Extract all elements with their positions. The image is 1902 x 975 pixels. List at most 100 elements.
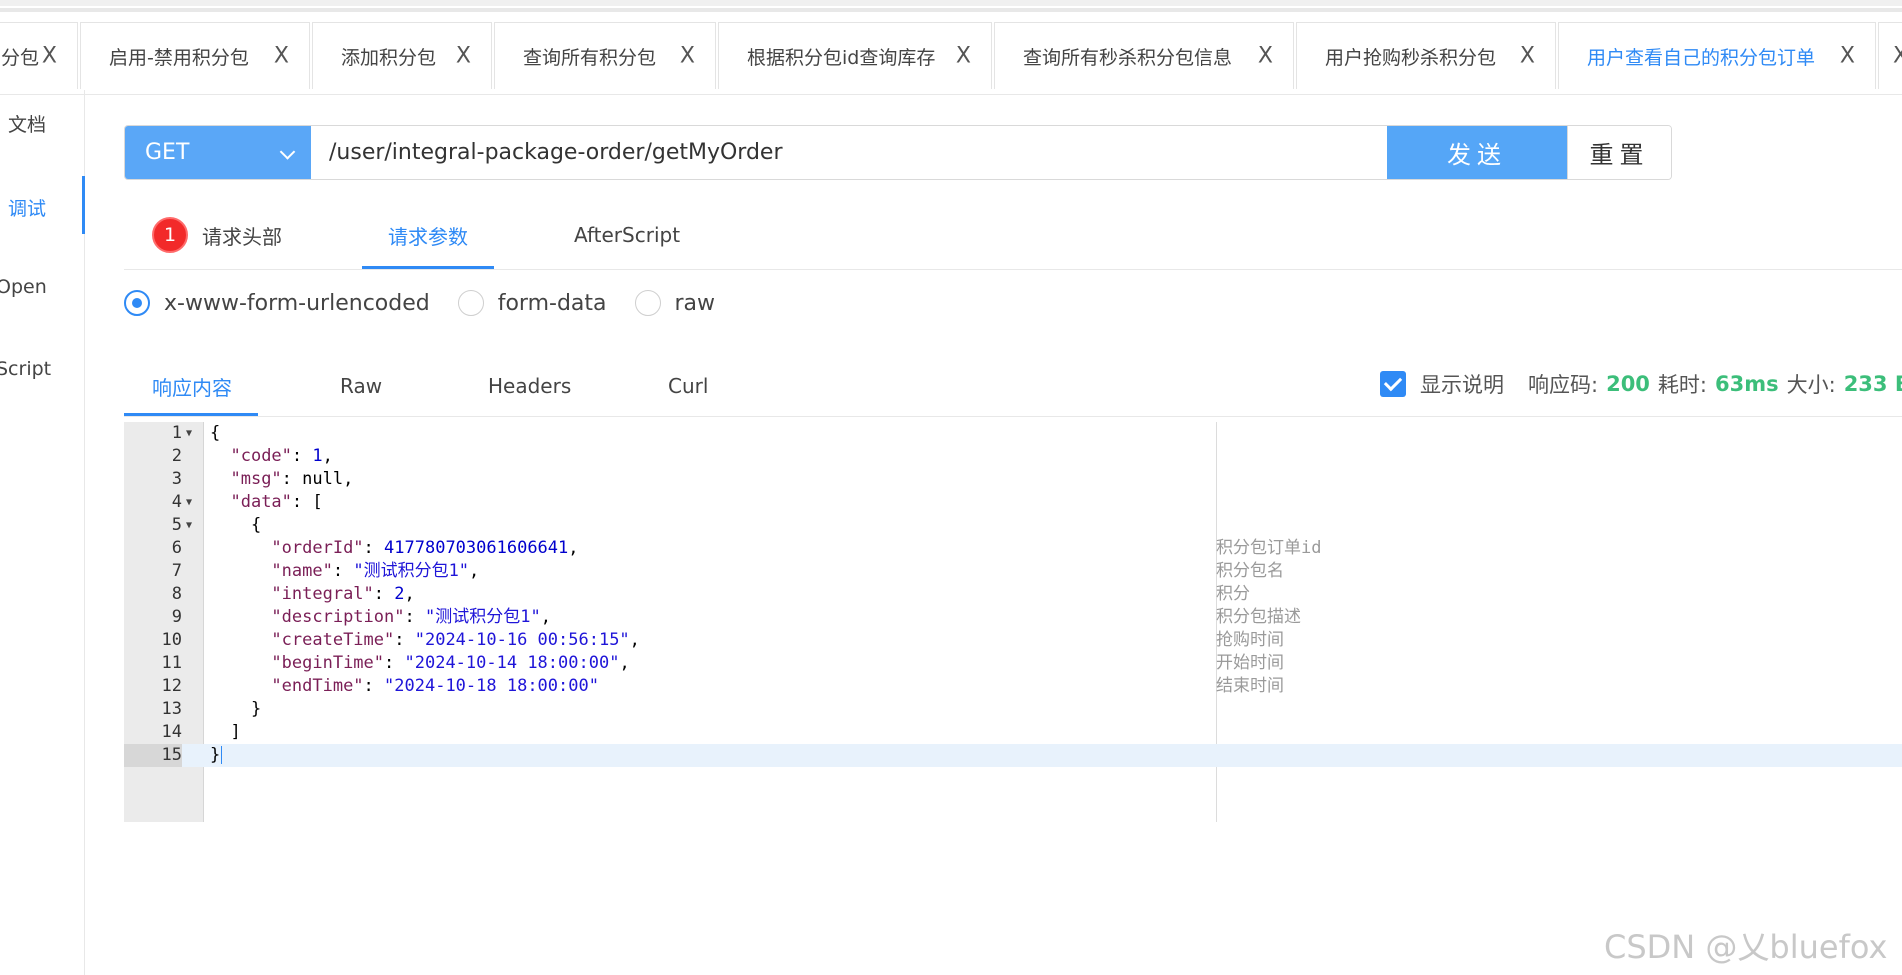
line-number: 5 xyxy=(171,515,182,535)
code-line: 5 ▼ { xyxy=(124,514,1902,537)
reset-button[interactable]: 重置 xyxy=(1567,126,1671,179)
line-number: 14 xyxy=(161,722,182,742)
show-description-checkbox[interactable] xyxy=(1380,371,1406,397)
headers-count-badge: 1 xyxy=(152,217,188,253)
response-tab-underline xyxy=(124,413,258,416)
code-line: 6 "orderId": 417780703061606641, 积分包订单id xyxy=(124,537,1902,560)
nav-item-docs[interactable]: 文档 xyxy=(8,110,46,137)
close-icon[interactable]: X xyxy=(680,44,695,69)
field-description: 积分包描述 xyxy=(1216,607,1301,627)
tab-request-params[interactable]: 请求参数 xyxy=(388,200,468,270)
radio-icon xyxy=(634,290,661,316)
line-number: 2 xyxy=(171,446,182,466)
tab-query-all-packages[interactable]: 查询所有积分包 X xyxy=(494,22,716,89)
fold-arrow-icon[interactable]: ▼ xyxy=(186,491,192,514)
active-tab-underline xyxy=(362,266,494,269)
tab-response-content[interactable]: 响应内容 xyxy=(152,355,232,417)
json-code-value: 1 xyxy=(312,446,323,466)
tab-label: 分包 xyxy=(1,46,40,69)
time-label: 耗时: xyxy=(1657,373,1707,397)
code-line: 7 "name": "测试积分包1", 积分包名 xyxy=(124,560,1902,583)
line-number: 12 xyxy=(161,676,182,696)
tab-response-curl[interactable]: Curl xyxy=(668,355,708,417)
close-icon[interactable]: X xyxy=(1520,44,1535,69)
method-value: GET xyxy=(145,140,190,165)
line-number: 9 xyxy=(171,607,182,627)
line-number: 10 xyxy=(161,630,182,650)
request-bar: GET /user/integral-package-order/getMyOr… xyxy=(124,125,1672,180)
tab-response-headers[interactable]: Headers xyxy=(488,355,571,417)
json-name-value: "测试积分包1" xyxy=(353,561,470,581)
tab-bar-divider xyxy=(0,94,1902,95)
radio-label: x-www-form-urlencoded xyxy=(164,290,430,316)
radio-icon xyxy=(457,290,484,316)
code-line: 11 "beginTime": "2024-10-14 18:00:00", 开… xyxy=(124,652,1902,675)
nav-item-script[interactable]: Script xyxy=(0,358,51,380)
tab-user-seckill[interactable]: 用户抢购秒杀积分包 X xyxy=(1296,22,1556,89)
response-editor[interactable]: 1 ▼ { 2 "code": 1, 3 "msg": null, 4 ▼ "d… xyxy=(124,422,1902,822)
size-value: 233 B xyxy=(1843,372,1902,396)
json-integral-value: 2 xyxy=(394,584,405,604)
tab-label: 查询所有积分包 xyxy=(523,46,657,69)
tab-next-partial[interactable]: X xyxy=(1878,22,1902,89)
tab-enable-disable-package[interactable]: 启用-禁用积分包 X xyxy=(80,22,310,89)
tab-label: 用户查看自己的积分包订单 xyxy=(1587,46,1816,69)
tab-label: 添加积分包 xyxy=(341,46,437,69)
code-line: 3 "msg": null, xyxy=(124,468,1902,491)
method-select[interactable]: GET xyxy=(125,126,311,179)
tab-request-headers[interactable]: 1 请求头部 xyxy=(152,200,282,270)
json-createtime-value: "2024-10-16 00:56:15" xyxy=(414,630,630,650)
nav-item-debug[interactable]: 调试 xyxy=(8,194,46,221)
nav-active-indicator xyxy=(82,176,85,234)
code-line: 13 } xyxy=(124,698,1902,721)
radio-label: raw xyxy=(674,290,716,316)
line-number: 8 xyxy=(171,584,182,604)
tab-afterscript[interactable]: AfterScript xyxy=(574,200,680,270)
close-icon[interactable]: X xyxy=(274,44,289,69)
code-line: 12 "endTime": "2024-10-18 18:00:00" 结束时间 xyxy=(124,675,1902,698)
tab-label: 根据积分包id查询库存 xyxy=(747,46,936,69)
json-begintime-value: "2024-10-14 18:00:00" xyxy=(404,653,620,673)
tab-integral-package[interactable]: 分包 X xyxy=(0,22,78,89)
radio-raw[interactable]: raw xyxy=(634,290,716,316)
tab-response-raw[interactable]: Raw xyxy=(340,355,382,417)
fold-arrow-icon[interactable]: ▼ xyxy=(186,422,192,445)
tab-label: 查询所有秒杀积分包信息 xyxy=(1023,46,1233,69)
fold-arrow-icon[interactable]: ▼ xyxy=(186,514,192,537)
time-value: 63ms xyxy=(1715,372,1779,396)
line-number: 15 xyxy=(124,744,182,767)
radio-form-data[interactable]: form-data xyxy=(457,290,607,316)
url-input[interactable]: /user/integral-package-order/getMyOrder xyxy=(311,126,1387,179)
tab-add-package[interactable]: 添加积分包 X xyxy=(312,22,492,89)
close-icon[interactable]: X xyxy=(42,44,57,69)
radio-checked-icon xyxy=(124,290,150,316)
body-type-options: x-www-form-urlencoded form-data raw xyxy=(124,288,743,318)
close-icon[interactable]: X xyxy=(1258,44,1273,69)
tab-label: 请求头部 xyxy=(202,224,282,249)
send-button[interactable]: 发送 xyxy=(1387,126,1567,179)
tab-label: 启用-禁用积分包 xyxy=(109,46,249,69)
line-number: 7 xyxy=(171,561,182,581)
radio-label: form-data xyxy=(497,290,607,316)
close-icon[interactable]: X xyxy=(1840,44,1855,69)
field-description: 抢购时间 xyxy=(1216,630,1284,650)
close-icon[interactable]: X xyxy=(1893,44,1902,69)
size-label: 大小: xyxy=(1786,373,1836,397)
code-line: 9 "description": "测试积分包1", 积分包描述 xyxy=(124,606,1902,629)
close-icon[interactable]: X xyxy=(956,44,971,69)
nav-item-open[interactable]: Open xyxy=(0,276,47,298)
radio-urlencoded[interactable]: x-www-form-urlencoded xyxy=(124,290,430,316)
field-description: 积分包名 xyxy=(1216,561,1284,581)
code-line: 10 "createTime": "2024-10-16 00:56:15", … xyxy=(124,629,1902,652)
status-code-label: 响应码: xyxy=(1528,373,1599,397)
line-number: 6 xyxy=(171,538,182,558)
line-number: 3 xyxy=(171,469,182,489)
tab-query-seckill-packages[interactable]: 查询所有秒杀积分包信息 X xyxy=(994,22,1294,89)
top-tab-bar: 分包 X 启用-禁用积分包 X 添加积分包 X 查询所有积分包 X 根据积分包i… xyxy=(0,0,1902,95)
tab-user-my-orders[interactable]: 用户查看自己的积分包订单 X xyxy=(1558,22,1876,89)
code-line: 1 ▼ { xyxy=(124,422,1902,445)
request-tabs: 1 请求头部 请求参数 AfterScript xyxy=(124,200,1902,270)
tab-query-stock[interactable]: 根据积分包id查询库存 X xyxy=(718,22,992,89)
close-icon[interactable]: X xyxy=(456,44,471,69)
code-line: 2 "code": 1, xyxy=(124,445,1902,468)
